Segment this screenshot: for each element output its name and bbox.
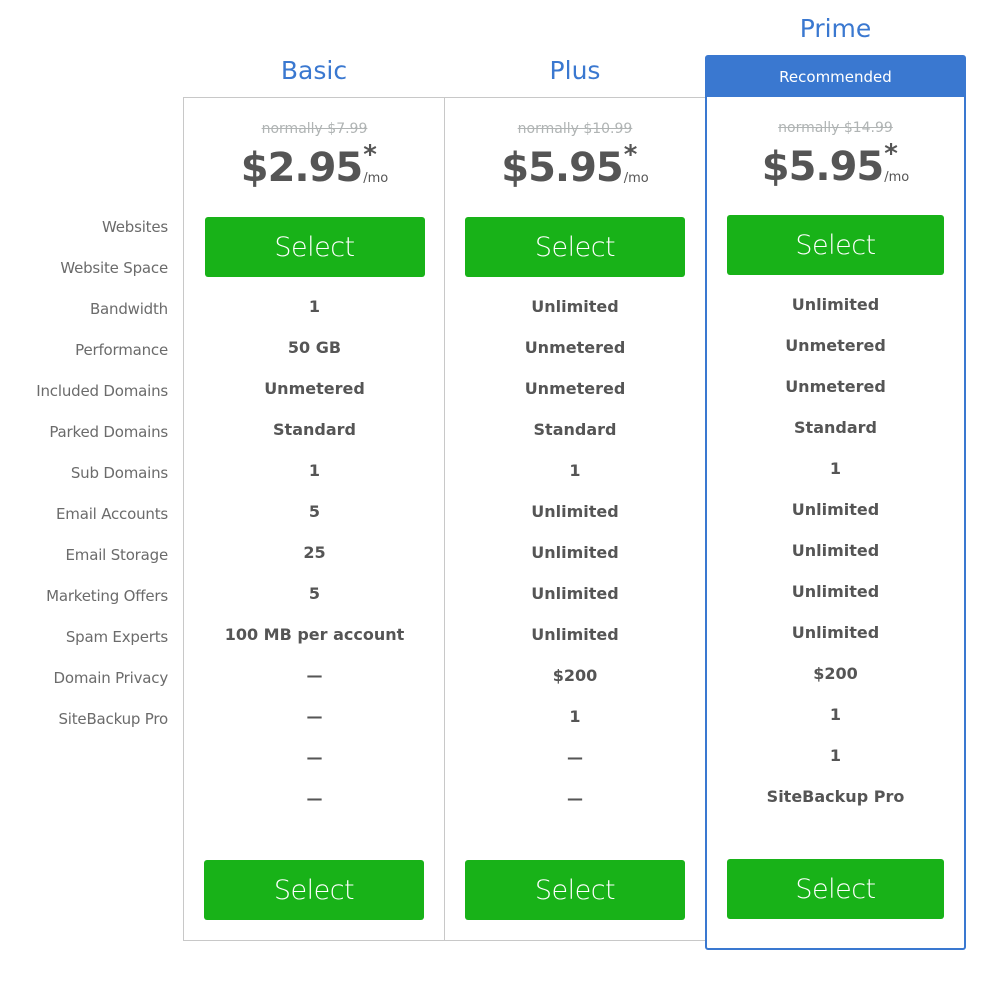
feature-value: Unlimited xyxy=(531,584,619,603)
feature-value: SiteBackup Pro xyxy=(766,787,905,806)
feature-value: 1 xyxy=(829,746,842,765)
price-period: /mo xyxy=(363,171,389,186)
feature-label: Websites xyxy=(101,218,168,236)
select-button-basic-top[interactable]: Select xyxy=(204,217,425,277)
feature-value: Unlimited xyxy=(531,625,619,644)
feature-value: 1 xyxy=(569,707,581,726)
sale-price: $5.95 * /mo xyxy=(445,140,705,193)
price-period: /mo xyxy=(884,170,910,185)
feature-value: Unlimited xyxy=(791,582,880,601)
feature-value: Unlimited xyxy=(531,297,619,316)
plan-title-plus: Plus xyxy=(549,56,601,85)
plan-title-basic: Basic xyxy=(280,56,348,85)
feature-value: — xyxy=(567,748,583,767)
feature-value: Unmetered xyxy=(524,338,626,357)
price-asterisk: * xyxy=(884,139,898,169)
feature-value: 100 MB per account xyxy=(224,625,405,644)
select-button-prime-bottom[interactable]: Select xyxy=(727,859,944,919)
feature-value: Unlimited xyxy=(531,502,619,521)
plan-card-prime: Recommended normally $14.99 $5.95 * /mo … xyxy=(705,55,966,950)
feature-value: 5 xyxy=(308,584,321,603)
feature-value: — xyxy=(306,789,323,808)
recommended-badge: Recommended xyxy=(707,57,964,97)
feature-value: Unlimited xyxy=(791,623,880,642)
price-asterisk: * xyxy=(363,140,377,170)
price-amount: $2.95 xyxy=(240,145,364,191)
feature-labels: Websites Website Space Bandwidth Performanc… xyxy=(0,207,168,740)
feature-value: Standard xyxy=(533,420,617,439)
feature-label: Included Domains xyxy=(36,382,168,400)
feature-value: Unlimited xyxy=(791,541,880,560)
feature-value: Unmetered xyxy=(264,379,365,398)
plan-values-basic: 1 50 GB Unmetered Standard 1 5 25 5 100 MB per a… xyxy=(184,286,445,819)
price-period: /mo xyxy=(623,171,649,186)
feature-value: 1 xyxy=(829,705,842,724)
price-block: normally $14.99 $5.95 * /mo xyxy=(707,97,964,192)
feature-label: Email Accounts xyxy=(56,505,168,523)
normal-price: normally $7.99 xyxy=(261,121,368,137)
feature-label: Sub Domains xyxy=(70,464,168,482)
feature-label: SiteBackup Pro xyxy=(58,710,168,728)
feature-value: 1 xyxy=(829,459,842,478)
plan-values-prime: Unlimited Unmetered Unmetered Standard 1 Unli… xyxy=(707,284,964,817)
feature-label: Bandwidth xyxy=(89,300,168,318)
feature-value: 50 GB xyxy=(287,338,342,357)
feature-label: Performance xyxy=(75,341,168,359)
feature-value: Unlimited xyxy=(531,543,619,562)
price-block: normally $7.99 $2.95 * /mo xyxy=(184,98,445,193)
feature-value: 1 xyxy=(308,297,321,316)
select-button-basic-bottom[interactable]: Select xyxy=(204,860,424,920)
feature-value: — xyxy=(306,748,323,767)
feature-value: 5 xyxy=(308,502,321,521)
feature-value: — xyxy=(306,666,323,685)
feature-value: Unmetered xyxy=(524,379,626,398)
normal-price: normally $14.99 xyxy=(778,120,893,136)
price-amount: $5.95 xyxy=(501,145,624,191)
feature-label: Email Storage xyxy=(65,546,169,564)
feature-value: — xyxy=(306,707,323,726)
normal-price: normally $10.99 xyxy=(517,121,633,137)
price-asterisk: * xyxy=(623,140,638,170)
feature-value: $200 xyxy=(813,664,858,683)
feature-label: Website Space xyxy=(60,259,168,277)
feature-value: Standard xyxy=(794,418,877,437)
feature-value: Unmetered xyxy=(785,377,886,396)
feature-value: 1 xyxy=(569,461,581,480)
feature-value: — xyxy=(567,789,583,808)
sale-price: $5.95 * /mo xyxy=(707,139,964,192)
select-button-prime-top[interactable]: Select xyxy=(727,215,944,275)
plan-card-plus: normally $10.99 $5.95 * /mo Select Unlim… xyxy=(444,97,706,941)
feature-value: Unmetered xyxy=(785,336,886,355)
plan-title-prime: Prime xyxy=(799,14,872,43)
sale-price: $2.95 * /mo xyxy=(184,140,445,193)
feature-value: 1 xyxy=(308,461,321,480)
price-amount: $5.95 xyxy=(761,144,885,190)
feature-label: Spam Experts xyxy=(65,628,168,646)
feature-value: 25 xyxy=(303,543,326,562)
plan-values-plus: Unlimited Unmetered Unmetered Standard 1 Unli… xyxy=(445,286,705,819)
feature-label: Domain Privacy xyxy=(53,669,169,687)
select-button-plus-top[interactable]: Select xyxy=(465,217,685,277)
feature-value: Unlimited xyxy=(791,295,880,314)
feature-label: Parked Domains xyxy=(49,423,168,441)
feature-value: $200 xyxy=(552,666,598,685)
feature-value: Standard xyxy=(273,420,356,439)
price-block: normally $10.99 $5.95 * /mo xyxy=(445,98,705,193)
feature-label: Marketing Offers xyxy=(46,587,168,605)
select-button-plus-bottom[interactable]: Select xyxy=(465,860,685,920)
plan-card-basic: normally $7.99 $2.95 * /mo Select 1 50 GB… xyxy=(183,97,445,941)
feature-value: Unlimited xyxy=(791,500,880,519)
